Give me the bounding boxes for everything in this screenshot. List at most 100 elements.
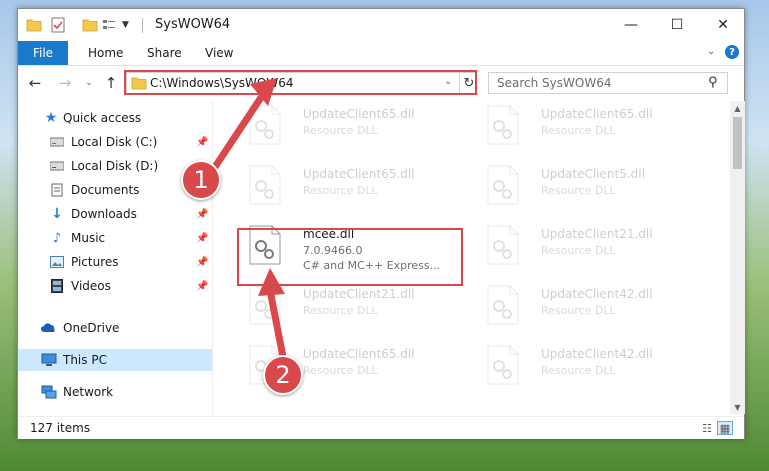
download-icon: ↓ (51, 206, 63, 222)
sidebar-item-local-disk-c[interactable]: Local Disk (C:) 📌 (18, 131, 212, 153)
window-title: SysWOW64 (155, 17, 231, 32)
dll-file-icon (486, 285, 520, 325)
scroll-down-icon[interactable]: ▼ (730, 400, 745, 414)
sidebar-item-label: Videos (71, 279, 111, 293)
file-name: UpdateClient42.dll (541, 287, 653, 301)
sidebar-item-label: Quick access (63, 111, 142, 125)
star-icon: ★ (44, 110, 58, 126)
file-item[interactable]: UpdateClient65.dll Resource DLL (236, 157, 456, 213)
file-description: Resource DLL (303, 184, 378, 197)
ribbon-tabs: File Home Share View ⌄ ? (18, 41, 744, 66)
file-item[interactable]: UpdateClient5.dll Resource DLL (474, 157, 694, 213)
network-icon (41, 384, 57, 400)
tab-view[interactable]: View (205, 41, 233, 65)
navigation-bar: ← → ⌄ ↑ C:\Windows\SysWOW64 ⌄ ↻ Search S… (18, 66, 744, 100)
file-description: Resource DLL (541, 244, 616, 257)
sidebar-item-label: Network (63, 385, 114, 399)
tab-home[interactable]: Home (88, 41, 123, 65)
documents-icon (49, 182, 65, 198)
sidebar-item-label: Documents (71, 183, 140, 197)
scroll-up-icon[interactable]: ▲ (730, 101, 745, 115)
chevron-down-icon[interactable]: ⌄ (444, 76, 452, 87)
minimize-button[interactable]: — (608, 9, 654, 41)
file-item[interactable]: UpdateClient65.dll Resource DLL (474, 101, 694, 153)
pin-icon[interactable]: 📌 (196, 137, 208, 148)
properties-check-icon[interactable] (51, 17, 65, 33)
vertical-scrollbar[interactable]: ▲ ▼ (730, 101, 745, 414)
sidebar-item-quick-access[interactable]: ★ Quick access (18, 107, 212, 129)
address-bar[interactable]: C:\Windows\SysWOW64 ⌄ ↻ (126, 72, 476, 94)
drive-icon (49, 158, 65, 174)
videos-icon (49, 278, 65, 294)
file-item-mcee-dll[interactable]: mcee.dll 7.0.9466.0 C# and MC++ Express... (236, 217, 456, 273)
search-placeholder: Search SysWOW64 (497, 76, 612, 90)
forward-arrow-icon[interactable]: → (56, 74, 74, 92)
file-item[interactable]: UpdateClient21.dll Resource DLL (474, 217, 694, 273)
sidebar-item-pictures[interactable]: Pictures 📌 (18, 251, 212, 273)
pictures-icon (49, 254, 65, 270)
title-bar: ▼ SysWOW64 — ☐ ✕ (18, 9, 744, 41)
file-description: Resource DLL (541, 124, 616, 137)
file-description: Resource DLL (303, 304, 378, 317)
file-name: mcee.dll (303, 227, 355, 241)
sidebar-item-label: Pictures (71, 255, 119, 269)
pin-icon[interactable]: 📌 (196, 209, 208, 220)
details-view-icon[interactable]: ☷ (699, 421, 715, 435)
tab-file[interactable]: File (18, 41, 68, 65)
file-description: Resource DLL (541, 304, 616, 317)
music-icon: ♪ (52, 230, 62, 246)
sidebar-item-onedrive[interactable]: OneDrive (18, 317, 212, 339)
close-button[interactable]: ✕ (700, 9, 746, 41)
file-name: UpdateClient21.dll (541, 227, 653, 241)
scroll-thumb[interactable] (733, 117, 742, 169)
computer-icon (41, 352, 57, 368)
pin-icon[interactable]: 📌 (196, 257, 208, 268)
tab-share[interactable]: Share (147, 41, 182, 65)
dll-file-icon (486, 345, 520, 385)
dll-file-icon (248, 165, 282, 205)
file-item[interactable]: UpdateClient42.dll Resource DLL (474, 337, 694, 393)
customize-toolbar-icon[interactable] (102, 17, 116, 33)
file-item[interactable]: UpdateClient65.dll Resource DLL (236, 101, 456, 153)
navigation-pane: ★ Quick access Local Disk (C:) 📌 Local D… (18, 101, 213, 414)
address-path[interactable]: C:\Windows\SysWOW64 (150, 76, 294, 90)
file-name: UpdateClient5.dll (541, 167, 645, 181)
file-description: Resource DLL (303, 124, 378, 137)
expand-ribbon-icon[interactable]: ⌄ (707, 46, 715, 57)
pin-icon[interactable]: 📌 (196, 281, 208, 292)
sidebar-item-music[interactable]: ♪ Music 📌 (18, 227, 212, 249)
refresh-icon[interactable]: ↻ (459, 72, 478, 94)
sidebar-item-videos[interactable]: Videos 📌 (18, 275, 212, 297)
sidebar-item-label: Local Disk (C:) (71, 135, 158, 149)
drive-icon (49, 134, 65, 150)
folder-icon (131, 76, 147, 90)
file-item[interactable]: UpdateClient42.dll Resource DLL (474, 277, 694, 333)
sidebar-item-network[interactable]: Network (18, 381, 212, 403)
search-icon[interactable]: ⚲ (708, 75, 718, 90)
folder-icon[interactable] (26, 17, 42, 33)
file-name: UpdateClient65.dll (303, 347, 415, 361)
dll-file-icon (248, 285, 282, 325)
file-name: UpdateClient42.dll (541, 347, 653, 361)
large-icons-view-icon[interactable]: ▦ (717, 421, 733, 435)
file-description-line2: C# and MC++ Express... (303, 259, 441, 272)
dll-file-icon (248, 105, 282, 145)
recent-locations-icon[interactable]: ⌄ (80, 74, 98, 92)
title-divider (142, 18, 143, 33)
file-item[interactable]: UpdateClient21.dll Resource DLL (236, 277, 456, 333)
sidebar-item-this-pc[interactable]: This PC (18, 349, 212, 371)
new-folder-icon[interactable] (82, 17, 98, 33)
pin-icon[interactable]: 📌 (196, 233, 208, 244)
step-2-badge: 2 (263, 355, 303, 395)
chevron-down-icon[interactable]: ▼ (122, 17, 132, 33)
sidebar-item-label: Music (71, 231, 106, 245)
up-arrow-icon[interactable]: ↑ (102, 74, 120, 92)
sidebar-item-downloads[interactable]: ↓ Downloads 📌 (18, 203, 212, 225)
search-input[interactable]: Search SysWOW64 ⚲ (488, 72, 728, 94)
help-icon[interactable]: ? (725, 45, 739, 59)
item-count: 127 items (30, 421, 91, 435)
sidebar-item-label: This PC (63, 353, 107, 367)
file-description: Resource DLL (541, 184, 616, 197)
maximize-button[interactable]: ☐ (654, 9, 700, 41)
back-arrow-icon[interactable]: ← (26, 74, 44, 92)
